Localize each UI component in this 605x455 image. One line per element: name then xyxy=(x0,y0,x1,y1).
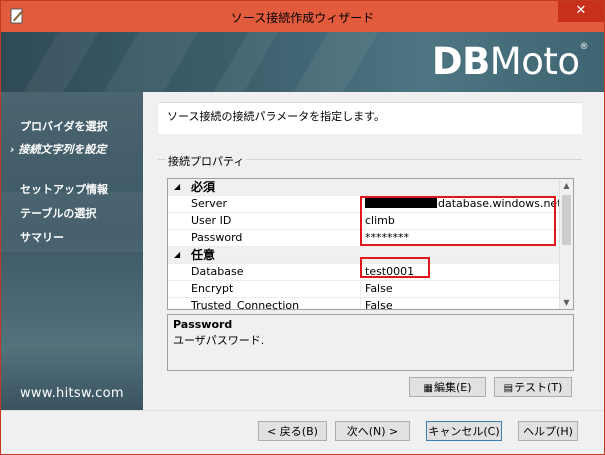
property-value[interactable]: False xyxy=(365,298,393,309)
help-title: Password xyxy=(173,318,233,331)
step-set-connection-string: › 接続文字列を設定 xyxy=(10,143,107,156)
test-icon: ▤ xyxy=(503,383,514,394)
edit-icon: ▦ xyxy=(423,383,433,394)
title-bar[interactable]: ソース接続作成ウィザード ✕ xyxy=(1,1,604,32)
category-required[interactable]: ◢ 必須 xyxy=(168,179,559,196)
collapse-icon[interactable]: ◢ xyxy=(174,247,180,263)
instruction-panel: ソース接続の接続パラメータを指定します。 xyxy=(158,102,582,134)
step-setup-info: セットアップ情報 xyxy=(20,183,108,196)
cancel-button[interactable]: キャンセル(C) xyxy=(426,421,502,441)
connection-properties-label: 接続プロパティ xyxy=(166,153,247,169)
header-banner: DBMoto® xyxy=(1,32,604,92)
step-select-provider: プロバイダを選択 xyxy=(20,120,108,133)
collapse-icon[interactable]: ◢ xyxy=(174,179,180,195)
wizard-sidebar: プロバイダを選択 › 接続文字列を設定 セットアップ情報 テーブルの選択 サマリ… xyxy=(1,92,143,410)
scroll-thumb[interactable] xyxy=(562,195,571,245)
property-row-trusted-connection[interactable]: Trusted_Connection False xyxy=(168,298,559,309)
scroll-up-icon[interactable]: ▲ xyxy=(560,179,573,192)
current-step-marker: › xyxy=(10,143,15,156)
step-summary: サマリー xyxy=(20,231,64,244)
highlight-box-database xyxy=(360,257,430,278)
help-button[interactable]: ヘルプ(H) xyxy=(518,421,578,441)
instruction-text: ソース接続の接続パラメータを指定します。 xyxy=(167,110,386,123)
edit-button[interactable]: ▦編集(E) xyxy=(409,377,486,397)
back-button[interactable]: < 戻る(B) xyxy=(258,421,327,441)
highlight-box-credentials xyxy=(360,196,556,246)
window-title: ソース接続作成ウィザード xyxy=(230,11,375,25)
property-value[interactable]: False xyxy=(365,281,393,297)
website-url: www.hitsw.com xyxy=(20,386,124,401)
step-select-tables: テーブルの選択 xyxy=(20,207,97,220)
property-help-panel: Password ユーザパスワード. xyxy=(167,314,574,371)
scroll-down-icon[interactable]: ▼ xyxy=(560,296,573,309)
property-row-encrypt[interactable]: Encrypt False xyxy=(168,281,559,298)
vertical-scrollbar[interactable]: ▲ ▼ xyxy=(559,179,573,309)
dbmoto-logo: DBMoto® xyxy=(431,40,589,83)
wizard-window: ソース接続作成ウィザード ✕ DBMoto® プロバイダを選択 › 接続文字列を… xyxy=(0,0,605,455)
footer-divider xyxy=(1,410,604,411)
test-button[interactable]: ▤テスト(T) xyxy=(494,377,572,397)
help-text: ユーザパスワード. xyxy=(173,334,265,347)
close-button[interactable]: ✕ xyxy=(558,1,604,22)
next-button[interactable]: 次へ(N) > xyxy=(335,421,410,441)
